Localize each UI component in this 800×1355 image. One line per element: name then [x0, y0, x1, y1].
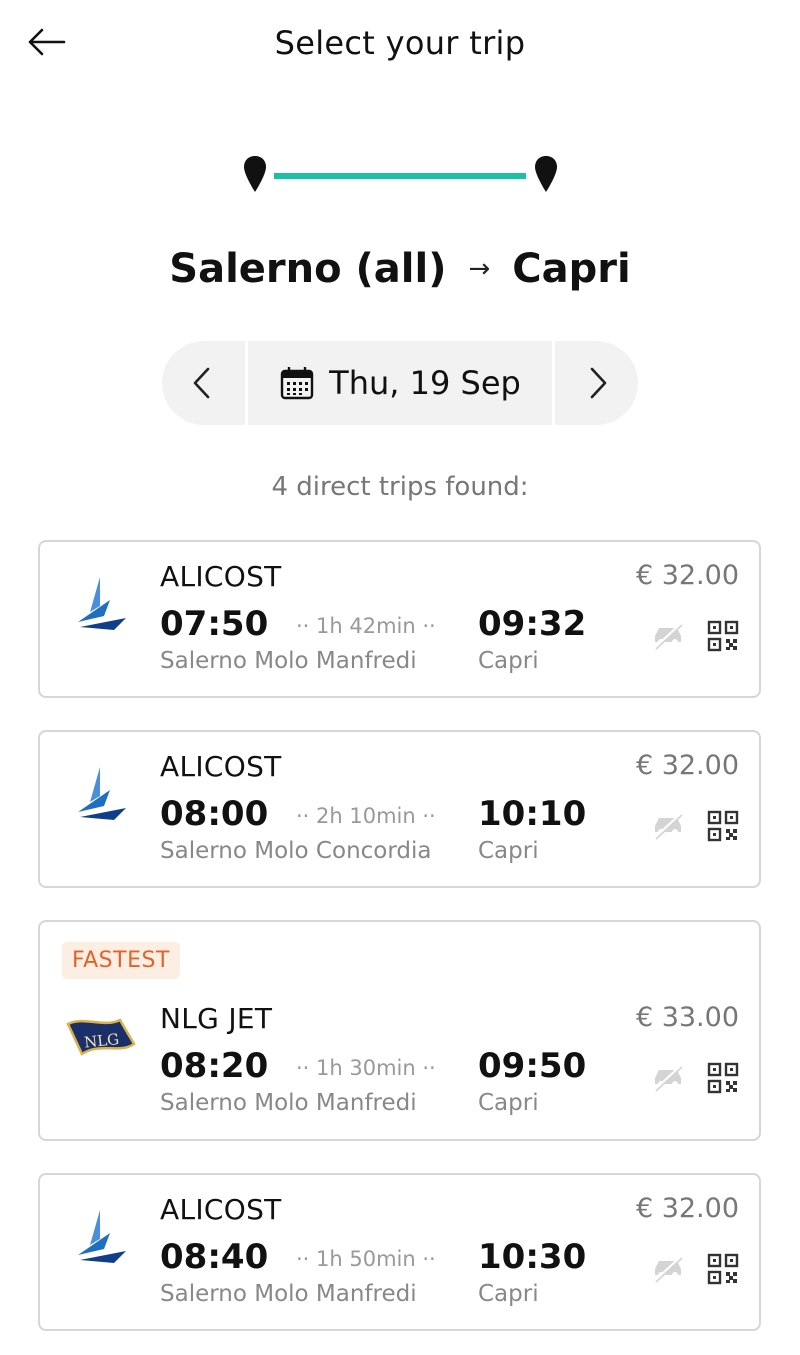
- operator-name: ALICOST: [160, 750, 282, 783]
- route-title: Salerno (all) → Capri: [0, 246, 800, 292]
- trip-duration: ·· 1h 42min ··: [296, 614, 436, 638]
- operator-name: ALICOST: [160, 1193, 282, 1226]
- qr-code-icon: [707, 620, 739, 652]
- trip-price: € 32.00: [635, 560, 739, 591]
- fastest-badge: FASTEST: [62, 942, 180, 979]
- no-vehicle-icon: [653, 1064, 683, 1092]
- destination-label: Capri: [512, 246, 631, 292]
- arrival-time: 09:50: [478, 1046, 587, 1086]
- trip-price: € 32.00: [635, 1193, 739, 1224]
- destination-pin-icon: [535, 156, 557, 192]
- trip-card[interactable]: ALICOST 08:00 ·· 2h 10min ·· 10:10 Saler…: [38, 730, 761, 888]
- departure-port: Salerno Molo Manfredi: [160, 1281, 417, 1307]
- departure-time: 08:00: [160, 794, 269, 834]
- arrival-port: Capri: [478, 648, 539, 674]
- alicost-logo-icon: [78, 1210, 126, 1263]
- trip-price: € 32.00: [635, 750, 739, 781]
- date-picker-button[interactable]: Thu, 19 Sep: [245, 341, 555, 425]
- trip-duration: ·· 2h 10min ··: [296, 804, 436, 828]
- qr-code-icon: [707, 1062, 739, 1094]
- trip-duration: ·· 1h 30min ··: [296, 1056, 436, 1080]
- origin-pin-icon: [244, 156, 266, 192]
- origin-label: Salerno (all): [169, 246, 447, 292]
- trip-price: € 33.00: [635, 1002, 739, 1033]
- arrival-port: Capri: [478, 838, 539, 864]
- chevron-left-icon: [193, 367, 210, 399]
- calendar-icon: [280, 367, 314, 400]
- arrival-time: 10:10: [478, 794, 587, 834]
- trip-features: [651, 810, 739, 842]
- previous-day-button[interactable]: [162, 341, 242, 425]
- nlg-logo-text: NLG: [83, 1030, 120, 1052]
- trip-card[interactable]: ALICOST 08:40 ·· 1h 50min ·· 10:30 Saler…: [38, 1173, 761, 1331]
- operator-name: NLG JET: [160, 1002, 273, 1035]
- arrival-port: Capri: [478, 1090, 539, 1116]
- date-selector: Thu, 19 Sep: [162, 341, 638, 425]
- qr-code-icon: [707, 1253, 739, 1285]
- departure-time: 07:50: [160, 604, 269, 644]
- arrival-time: 10:30: [478, 1237, 587, 1277]
- trip-card[interactable]: FASTEST NLG NLG JET 08:20 ·· 1h 30min ··…: [38, 920, 761, 1141]
- trip-card[interactable]: ALICOST 07:50 ·· 1h 42min ·· 09:32 Saler…: [38, 540, 761, 698]
- page-title: Select your trip: [274, 24, 526, 62]
- qr-code-icon: [707, 810, 739, 842]
- arrow-right-icon: →: [468, 254, 491, 284]
- next-day-button[interactable]: [558, 341, 638, 425]
- route-line-icon: [244, 156, 557, 192]
- nlg-logo-icon: NLG: [66, 1018, 136, 1056]
- trip-features: [651, 1253, 739, 1285]
- trip-features: [651, 1062, 739, 1094]
- trips-count: 4 direct trips found:: [271, 472, 529, 502]
- header: Select your trip: [0, 0, 800, 92]
- no-vehicle-icon: [653, 622, 683, 650]
- alicost-logo-icon: [78, 767, 126, 820]
- trip-features: [651, 620, 739, 652]
- chevron-right-icon: [590, 367, 607, 399]
- no-vehicle-icon: [653, 812, 683, 840]
- trip-duration: ·· 1h 50min ··: [296, 1247, 436, 1271]
- arrival-time: 09:32: [478, 604, 587, 644]
- operator-name: ALICOST: [160, 560, 282, 593]
- departure-port: Salerno Molo Manfredi: [160, 1090, 417, 1116]
- departure-port: Salerno Molo Manfredi: [160, 648, 417, 674]
- alicost-logo-icon: [78, 577, 126, 630]
- arrival-port: Capri: [478, 1281, 539, 1307]
- departure-time: 08:20: [160, 1046, 269, 1086]
- departure-time: 08:40: [160, 1237, 269, 1277]
- selected-date: Thu, 19 Sep: [329, 364, 521, 402]
- no-vehicle-icon: [653, 1255, 683, 1283]
- departure-port: Salerno Molo Concordia: [160, 838, 432, 864]
